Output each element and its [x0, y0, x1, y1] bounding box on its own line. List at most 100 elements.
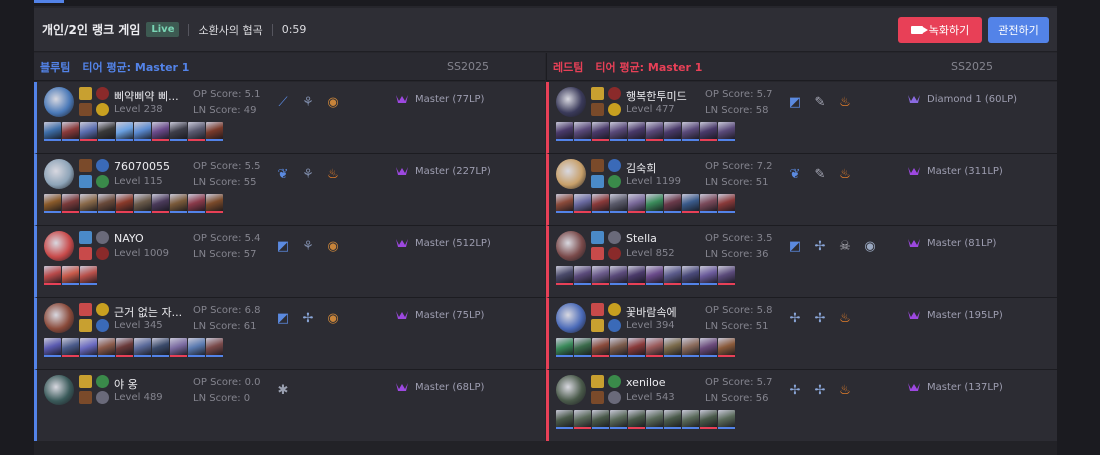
result-bar: [44, 355, 61, 357]
result-bar: [646, 139, 663, 141]
recent-champion-icon: [44, 122, 61, 141]
secondary-rune-icon: [96, 319, 109, 332]
blue-player-row[interactable]: 76070055 Level 115 OP Score: 5.5 LN Scor…: [34, 154, 545, 226]
champion-portrait[interactable]: [44, 87, 74, 117]
red-player-row[interactable]: 행복한투미드 Level 477 OP Score: 5.7 LN Score:…: [546, 82, 1057, 154]
champion-portrait[interactable]: [44, 303, 74, 333]
result-bar: [700, 139, 717, 141]
champion-portrait[interactable]: [556, 375, 586, 405]
primary-rune-icon: [96, 375, 109, 388]
ln-score: LN Score: 55: [193, 177, 257, 188]
result-bar: [116, 355, 133, 357]
megaphone-badge-icon: ✎: [814, 94, 826, 110]
recent-champion-icon: [610, 338, 627, 357]
summoner-spell-icon: [591, 87, 604, 100]
recent-champion-icon: [592, 266, 609, 285]
player-badges: ❦ ⚘ ♨: [275, 166, 341, 182]
summoner-spell-icon: [591, 103, 604, 116]
ln-score: LN Score: 51: [705, 177, 769, 188]
player-name[interactable]: 삐약삐약 삐...: [114, 88, 179, 104]
ln-score: LN Score: 57: [193, 249, 257, 260]
recent-champion-icon: [646, 266, 663, 285]
ln-score: LN Score: 51: [705, 321, 769, 332]
recent-champion-icon: [592, 338, 609, 357]
champion-portrait[interactable]: [556, 231, 586, 261]
result-bar: [700, 283, 717, 285]
red-player-row[interactable]: 김숙희 Level 1199 OP Score: 7.2 LN Score: 5…: [546, 154, 1057, 226]
red-season-label: SS2025: [951, 60, 993, 73]
primary-rune-icon: [608, 87, 621, 100]
bronze-medal-icon: ◉: [327, 94, 339, 110]
blue-team-label: 블루팀: [40, 60, 71, 74]
silver-medal-icon: ◉: [864, 238, 876, 254]
result-bar: [628, 211, 645, 213]
player-name[interactable]: 김숙희: [626, 160, 656, 176]
master-emblem-icon: [908, 311, 920, 319]
primary-rune-icon: [96, 87, 109, 100]
skull-badge-icon: ☠: [839, 238, 851, 254]
red-team-label: 레드팀: [553, 60, 584, 74]
red-player-row[interactable]: Stella Level 852 OP Score: 3.5 LN Score:…: [546, 226, 1057, 298]
player-rank: Master (81LP): [907, 236, 996, 250]
player-name[interactable]: 꽃바람속에: [626, 304, 677, 320]
player-name[interactable]: 근거 없는 자...: [114, 304, 182, 320]
frame-badge-icon: ◩: [276, 238, 290, 254]
player-name[interactable]: 야 옹: [114, 376, 138, 392]
recent-champion-icon: [116, 122, 133, 141]
result-bar: [700, 427, 717, 429]
champion-portrait[interactable]: [556, 303, 586, 333]
player-name[interactable]: 행복한투미드: [626, 88, 687, 104]
slash-badge-icon: ⟋: [278, 94, 288, 110]
red-player-row[interactable]: 꽃바람속에 Level 394 OP Score: 5.8 LN Score: …: [546, 298, 1057, 370]
result-bar: [98, 355, 115, 357]
result-bar: [80, 283, 97, 285]
recent-champion-icon: [62, 338, 79, 357]
recent-champion-icon: [170, 122, 187, 141]
spectate-panel: 개인/2인 랭크 게임 Live 소환사의 협곡 0:59 녹화하기 관전하기 …: [34, 0, 1057, 455]
wings-badge-icon: ✢: [814, 382, 826, 398]
player-level: Level 394: [626, 320, 675, 331]
blue-player-row[interactable]: 삐약삐약 삐... Level 238 OP Score: 5.1 LN Sco…: [34, 82, 545, 154]
primary-rune-icon: [608, 303, 621, 316]
champion-portrait[interactable]: [44, 375, 74, 405]
result-bar: [62, 211, 79, 213]
player-level: Level 345: [114, 320, 163, 331]
player-name[interactable]: 76070055: [114, 160, 170, 173]
record-button[interactable]: 녹화하기: [898, 17, 982, 43]
record-button-label: 녹화하기: [928, 24, 970, 37]
blue-season-label: SS2025: [447, 60, 489, 73]
player-name[interactable]: NAYO: [114, 232, 144, 245]
player-name[interactable]: Stella: [626, 232, 657, 245]
recent-champion-icon: [574, 410, 591, 429]
recent-champion-icon: [134, 338, 151, 357]
champion-portrait[interactable]: [556, 87, 586, 117]
result-bar: [80, 139, 97, 141]
spectate-button[interactable]: 관전하기: [988, 17, 1049, 43]
result-bar: [628, 427, 645, 429]
ln-score: LN Score: 61: [193, 321, 257, 332]
blue-player-row[interactable]: 야 옹 Level 489 OP Score: 0.0 LN Score: 0 …: [34, 370, 545, 442]
champion-portrait[interactable]: [44, 159, 74, 189]
champion-portrait[interactable]: [44, 231, 74, 261]
summoner-spell-icon: [591, 247, 604, 260]
recent-champion-icon: [80, 194, 97, 213]
blue-player-row[interactable]: NAYO Level 1009 OP Score: 5.4 LN Score: …: [34, 226, 545, 298]
player-name[interactable]: xeniloe: [626, 376, 666, 389]
result-bar: [718, 283, 735, 285]
recent-champions: [44, 338, 223, 357]
player-rank: Master (195LP): [907, 308, 1003, 322]
recent-champions: [556, 122, 735, 141]
red-team-header: 레드팀 티어 평균: Master 1 SS2025: [546, 53, 1057, 81]
player-badges: ⟋ ⚘ ◉: [275, 94, 341, 110]
recent-champion-icon: [610, 122, 627, 141]
blue-player-row[interactable]: 근거 없는 자... Level 345 OP Score: 6.8 LN Sc…: [34, 298, 545, 370]
asterisk-badge-icon: ✱: [277, 382, 289, 398]
game-time: 0:59: [281, 23, 307, 36]
flame-badge-icon: ♨: [839, 310, 851, 326]
red-player-row[interactable]: xeniloe Level 543 OP Score: 5.7 LN Score…: [546, 370, 1057, 442]
active-tab-indicator: [34, 0, 64, 3]
recent-champion-icon: [718, 122, 735, 141]
recent-champion-icon: [574, 338, 591, 357]
map-name: 소환사의 협곡: [198, 23, 263, 37]
champion-portrait[interactable]: [556, 159, 586, 189]
